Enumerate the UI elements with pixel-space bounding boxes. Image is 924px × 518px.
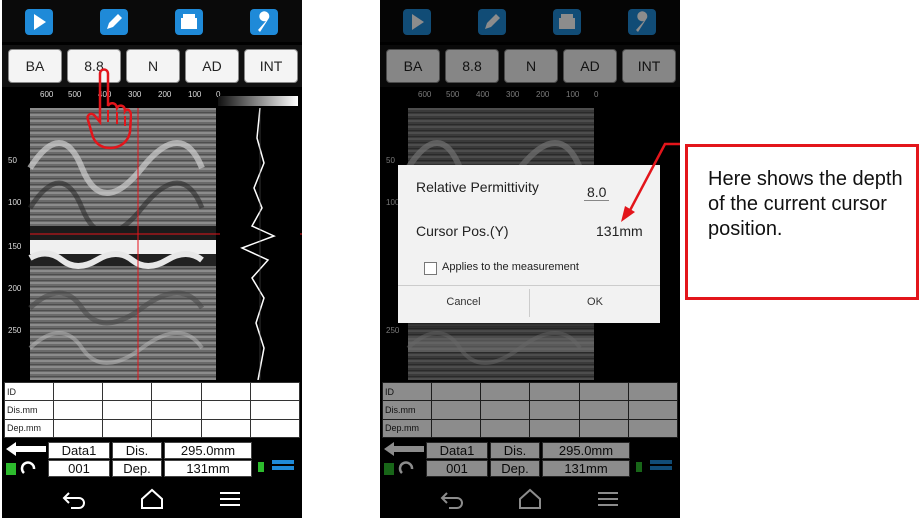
play-icon[interactable] [14,6,64,38]
phone-screen-main: BA 8.8 N AD INT 600 500 400 300 200 100 … [2,0,302,518]
radar-image [27,107,302,381]
back-icon[interactable] [54,486,94,512]
depth-tick: 150 [8,242,22,251]
android-nav-bar [2,480,302,518]
table-row: Dep.mm [4,418,301,439]
wireless-signal-icon [258,460,294,472]
dialog-divider [398,285,660,286]
distance-tick: 200 [158,90,172,99]
tap-hand-icon [86,68,132,150]
callout-text: Here shows the depth of the current curs… [708,168,903,240]
depth-tick: 250 [8,326,22,335]
ok-button[interactable]: OK [530,287,660,317]
row-label: ID [4,381,54,402]
phone-screen-dialog: BA 8.8 N AD INT 600 500 400 300 200 100 … [380,0,680,518]
annotation-callout: Here shows the depth of the current curs… [685,144,919,300]
apply-measurement-label: Applies to the measurement [442,261,579,273]
radar-b-scan-view[interactable]: 50 100 150 200 250 [2,107,302,381]
depth-value: 131mm [164,460,252,477]
top-toolbar [2,0,302,42]
distance-value: 295.0mm [164,442,252,459]
callout-arrow-icon [621,142,680,222]
row-label: Dep.mm [4,418,54,439]
distance-tick: 600 [40,90,54,99]
folder-icon[interactable] [164,6,214,38]
cancel-button[interactable]: Cancel [398,287,529,317]
wrench-icon[interactable] [239,6,289,38]
distance-scale: 600 500 400 300 200 100 0 [2,90,302,108]
file-name: Data1 [48,442,110,459]
menu-icon[interactable] [210,486,250,512]
depth-tick: 100 [8,198,22,207]
distance-tick: 500 [68,90,82,99]
distance-tick: 100 [188,90,202,99]
apply-measurement-checkbox[interactable] [424,262,437,275]
color-scale-bar [218,96,298,106]
mode-ad-button[interactable]: AD [185,49,239,83]
file-number: 001 [48,460,110,477]
measurement-table: ID Dis.mm Dep.mm [4,381,301,439]
permittivity-label: Relative Permittivity [416,179,539,195]
mode-n-button[interactable]: N [126,49,180,83]
distance-label: Dis. [112,442,162,459]
home-icon[interactable] [132,486,172,512]
depth-tick: 50 [8,156,17,165]
table-row: ID [4,381,301,402]
mode-int-button[interactable]: INT [244,49,298,83]
status-bar: Data1 001 Dis. Dep. 295.0mm 131mm [2,440,302,478]
mode-ba-button[interactable]: BA [8,49,62,83]
table-row: Dis.mm [4,400,301,420]
cursor-position-label: Cursor Pos.(Y) [416,223,509,239]
battery-refresh-icon[interactable] [6,461,42,476]
mode-buttons: BA 8.8 N AD INT [2,45,302,87]
depth-label: Dep. [112,460,162,477]
cursor-position-value: 131mm [596,223,643,239]
pencil-icon[interactable] [89,6,139,38]
row-label: Dis.mm [4,400,54,420]
back-arrow-icon[interactable] [6,442,46,456]
depth-tick: 200 [8,284,22,293]
